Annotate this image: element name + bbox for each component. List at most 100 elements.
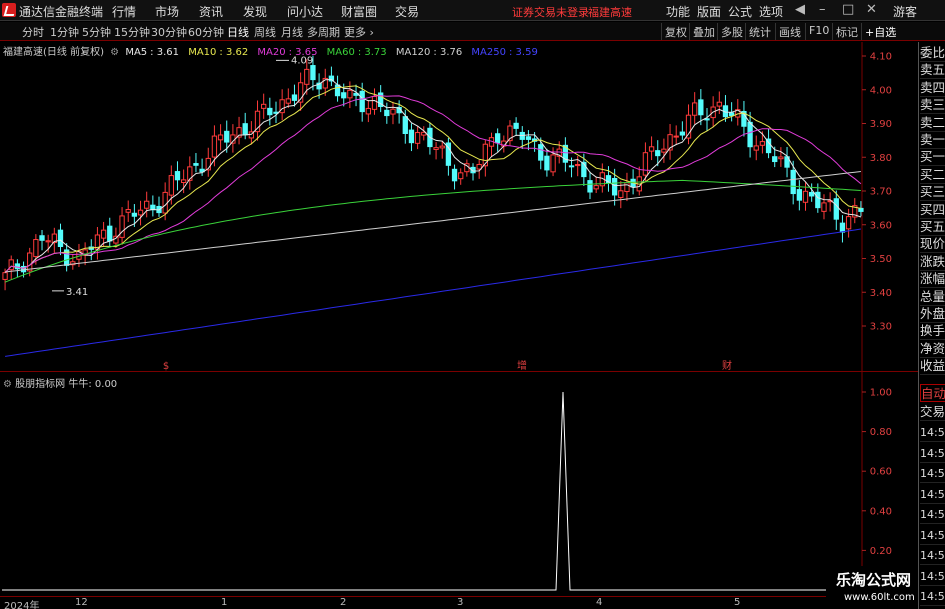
candle-up (414, 132, 421, 144)
candle-up (759, 141, 766, 146)
candle-down (402, 116, 408, 135)
candle-up (458, 172, 464, 180)
tab-15min[interactable]: 15分钟 (114, 24, 150, 40)
candle-down (131, 212, 138, 217)
candle-up (661, 148, 667, 153)
candle-down (858, 207, 864, 212)
tab-monthly[interactable]: 月线 (281, 24, 303, 40)
candle-up (217, 134, 224, 141)
candle-down (525, 136, 532, 140)
tick-time: 14:56 (920, 506, 945, 524)
candle-up (618, 190, 624, 198)
candle-up (371, 96, 378, 110)
menu-quotes[interactable]: 行情 (112, 3, 136, 20)
candle-down (334, 84, 341, 97)
menu-layout[interactable]: 版面 (697, 3, 721, 20)
menu-discover[interactable]: 发现 (243, 3, 267, 20)
main-kline-chart[interactable]: 4.104.003.903.803.703.603.503.403.304.09… (0, 42, 918, 372)
tab-weekly[interactable]: 周线 (254, 24, 276, 40)
candle-up (753, 145, 759, 151)
candle-up (168, 175, 174, 196)
tab-30min[interactable]: 30分钟 (151, 24, 187, 40)
draw-line-button[interactable]: 画线 (775, 23, 804, 40)
candle-up (821, 202, 827, 212)
maximize-icon[interactable]: □ (842, 2, 854, 17)
tab-daily[interactable]: 日线 (227, 24, 249, 40)
candle-down (359, 90, 365, 113)
sidebar-item: 买四 (920, 201, 945, 219)
tab-multi-period[interactable]: 多周期 (307, 24, 340, 40)
menu-function[interactable]: 功能 (666, 3, 690, 20)
candle-up (2, 272, 8, 280)
tab-more[interactable]: 更多 › (344, 24, 374, 40)
time-label: 2024年 (4, 601, 40, 609)
watermark: 乐淘公式网 www.60lt.com (826, 566, 918, 608)
sidebar-item: 卖一 (920, 132, 945, 149)
menu-ask[interactable]: 问小达 (287, 3, 323, 20)
tick-time: 14:56 (920, 568, 945, 586)
back-icon[interactable]: ◀ (795, 2, 805, 17)
candle-down (341, 92, 347, 99)
sidebar-item: 买二 (920, 166, 945, 184)
menu-options[interactable]: 选项 (759, 3, 783, 20)
login-warning[interactable]: 证券交易未登录 (512, 4, 589, 20)
price-tick-label: 3.70 (870, 187, 892, 198)
stats-button[interactable]: 统计 (745, 23, 774, 40)
tab-60min[interactable]: 60分钟 (188, 24, 224, 40)
tab-5min[interactable]: 5分钟 (82, 24, 111, 40)
candle-down (513, 122, 519, 129)
sidebar-item: 卖四 (920, 79, 945, 97)
ma120-legend: MA120: 3.76 (395, 47, 463, 58)
candle-up (593, 185, 599, 190)
sidebar-item: 外盘 (920, 306, 945, 323)
minimize-icon[interactable]: – (819, 2, 826, 17)
ma250-legend: MA250: 3.59 (471, 47, 538, 58)
candle-down (57, 229, 64, 248)
price-tick-label: 3.90 (870, 119, 892, 130)
close-icon[interactable]: ✕ (866, 2, 877, 17)
sidebar-item: 总量 (920, 288, 945, 306)
candle-down (224, 130, 230, 143)
sidebar-item: 买一 (920, 149, 945, 167)
sidebar-item: 现价 (920, 236, 945, 254)
settings-gear-icon[interactable]: ⚙ (3, 379, 12, 390)
app-title: 通达信金融终端 (19, 5, 104, 19)
menu-wealth[interactable]: 财富圈 (341, 3, 377, 20)
candle-up (716, 101, 722, 107)
mark-button[interactable]: 标记 (832, 23, 861, 40)
add-watchlist-button[interactable]: +自选 (861, 23, 899, 40)
indicator-tick-label: 0.80 (870, 427, 892, 438)
candle-up (648, 146, 655, 152)
auto-toggle[interactable]: 自动 (920, 384, 945, 402)
settings-gear-icon[interactable]: ⚙ (110, 47, 119, 58)
menu-news[interactable]: 资讯 (199, 3, 223, 20)
f10-button[interactable]: F10 (805, 23, 832, 40)
menu-trade[interactable]: 交易 (395, 3, 419, 20)
tab-1min[interactable]: 1分钟 (50, 24, 79, 40)
sub-indicator-chart[interactable]: 1.00 0.80 0.60 0.40 0.20 (0, 372, 918, 596)
ma10-value: 3.62 (225, 47, 249, 58)
ma20-line (4, 95, 862, 274)
ma10-name: MA10 (188, 47, 217, 58)
indicator-series-name: 牛牛 (68, 379, 89, 390)
price-tick-label: 3.50 (870, 254, 892, 265)
tick-time: 14:56 (920, 547, 945, 565)
overlay-button[interactable]: 叠加 (689, 23, 718, 40)
candle-down (655, 150, 661, 157)
candle-up (365, 107, 372, 115)
candle-up (550, 154, 556, 173)
ma60-value: 3.73 (364, 47, 387, 58)
candle-down (747, 121, 753, 148)
candle-up (162, 191, 168, 214)
sidebar-item: 净资 (920, 340, 945, 358)
multi-stock-button[interactable]: 多股 (717, 23, 746, 40)
adjust-button[interactable]: 复权 (661, 23, 690, 40)
menu-market[interactable]: 市场 (155, 3, 179, 20)
menu-formula[interactable]: 公式 (728, 3, 752, 20)
tab-intraday[interactable]: 分时 (22, 24, 44, 40)
guest-button[interactable]: 游客 (893, 3, 917, 20)
tick-time: 14:56 (920, 486, 945, 504)
candle-up (624, 182, 630, 193)
tick-time: 14:56 (920, 588, 945, 606)
trade-tab[interactable]: 交易 (920, 403, 945, 421)
